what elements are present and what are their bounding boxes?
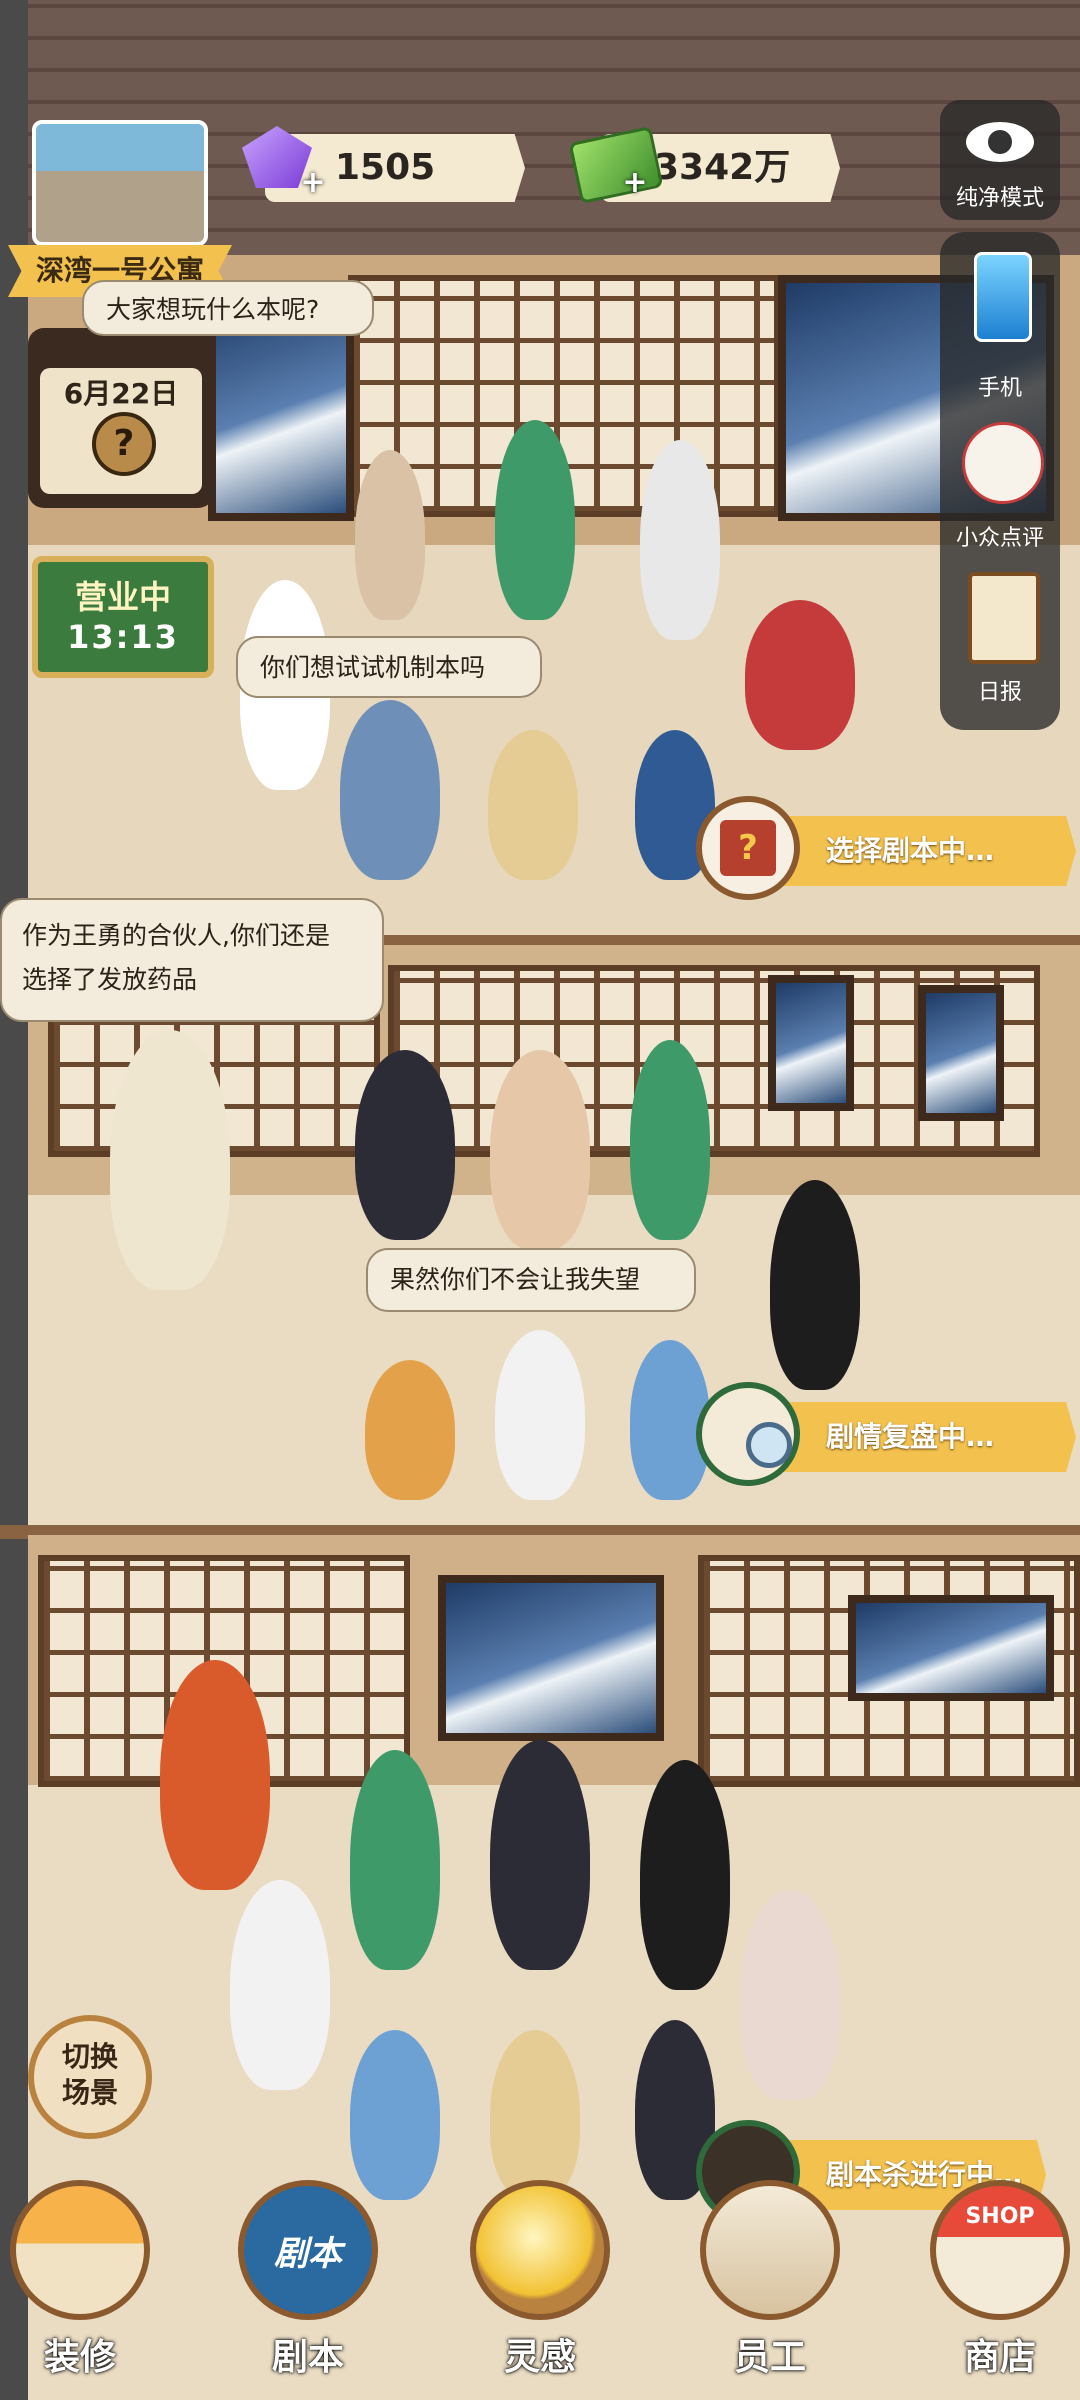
customer-character[interactable] [495, 420, 575, 620]
nav-label: 灵感 [503, 2337, 576, 2378]
left-wall [0, 0, 28, 2400]
clipboard-icon [968, 572, 1040, 664]
phone-button[interactable]: 手机 [940, 252, 1060, 401]
customer-character[interactable] [230, 1880, 330, 2090]
nav-label: 员工 [733, 2337, 806, 2378]
customer-character[interactable] [740, 1890, 840, 2100]
daily-report-label: 日报 [977, 680, 1022, 705]
crane-scroll [768, 975, 854, 1111]
calendar-date: 6月22日 [63, 377, 179, 410]
book-icon: 剧本 [238, 2180, 378, 2320]
nav-label: 剧本 [271, 2337, 344, 2378]
cash-count: 3342万 [654, 147, 791, 188]
customer-character[interactable] [640, 1760, 730, 1990]
book-icon-text: 剧本 [274, 2233, 342, 2274]
speech-bubble: 果然你们不会让我失望 [366, 1248, 696, 1312]
customer-character[interactable] [355, 1050, 455, 1240]
speech-bubble: 你们想试试机制本吗 [236, 636, 542, 698]
great-wave-painting [438, 1575, 664, 1741]
dm-character[interactable] [110, 1030, 230, 1290]
calendar-page: 6月22日 ? [40, 368, 202, 494]
lightbulb-icon [470, 2180, 610, 2320]
customer-character[interactable] [490, 2030, 580, 2200]
question-book-icon: ? [720, 820, 776, 876]
customer-character[interactable] [490, 1050, 590, 1250]
dragon-painting [848, 1595, 1054, 1701]
nav-label: 商店 [963, 2337, 1036, 2378]
customer-character[interactable] [640, 440, 720, 640]
nav-staff[interactable]: 员工 [690, 2180, 850, 2400]
customer-character[interactable] [495, 1330, 585, 1500]
mystery-event-icon[interactable]: ? [92, 412, 156, 476]
lucky-cat-icon [962, 422, 1044, 504]
speech-bubble: 作为王勇的合伙人,你们还是 选择了发放药品 [0, 898, 384, 1022]
side-menu: 手机 小众点评 日报 [940, 232, 1060, 730]
customer-character[interactable] [630, 1040, 710, 1240]
badge-icon [700, 2180, 840, 2320]
pagoda-scroll [918, 985, 1004, 1121]
switch-scene-label-2: 场景 [61, 2076, 118, 2109]
magnifier-icon [746, 1422, 792, 1468]
status-time: 13:13 [67, 618, 179, 656]
apartment-thumbnail[interactable] [32, 120, 208, 246]
calendar[interactable]: 6月22日 ? [28, 328, 214, 508]
review-label: 小众点评 [955, 526, 1044, 551]
nav-decorate[interactable]: 装修 [0, 2180, 160, 2400]
script-select-icon[interactable]: ? [696, 796, 800, 900]
phone-label: 手机 [977, 376, 1022, 401]
dm-character[interactable] [160, 1660, 270, 1890]
shop-icon-text: SHOP [965, 2204, 1035, 2229]
review-magnifier-icon[interactable] [696, 1382, 800, 1486]
house-icon [10, 2180, 150, 2320]
nav-shop[interactable]: SHOP 商店 [920, 2180, 1080, 2400]
add-gems-icon[interactable]: + [298, 168, 328, 198]
gem-count: 1505 [335, 147, 436, 188]
pure-mode-label: 纯净模式 [955, 186, 1044, 211]
switch-scene-label-1: 切换 [61, 2040, 118, 2073]
nav-label: 装修 [43, 2337, 116, 2378]
speech-bubble: 大家想玩什么本呢? [82, 280, 374, 336]
phone-icon [974, 252, 1032, 342]
pure-mode-button[interactable]: 纯净模式 [940, 100, 1060, 220]
nav-scripts[interactable]: 剧本 剧本 [228, 2180, 388, 2400]
customer-character[interactable] [365, 1360, 455, 1500]
eye-icon [966, 122, 1034, 162]
nav-inspiration[interactable]: 灵感 [460, 2180, 620, 2400]
shop-icon: SHOP [930, 2180, 1070, 2320]
customer-character[interactable] [488, 730, 578, 880]
customer-character[interactable] [350, 1750, 440, 1970]
switch-scene-button[interactable]: 切换 场景 [28, 2015, 152, 2139]
customer-character[interactable] [350, 2030, 440, 2200]
customer-character[interactable] [770, 1180, 860, 1390]
review-button[interactable]: 小众点评 [940, 412, 1060, 552]
customer-character[interactable] [355, 450, 425, 620]
customer-character[interactable] [490, 1740, 590, 1970]
customer-character[interactable] [340, 700, 440, 880]
add-cash-icon[interactable]: + [620, 168, 650, 198]
business-status[interactable]: 营业中 13:13 [32, 556, 214, 678]
status-label: 营业中 [74, 578, 171, 616]
customer-character[interactable] [745, 600, 855, 750]
daily-report-button[interactable]: 日报 [940, 572, 1060, 712]
